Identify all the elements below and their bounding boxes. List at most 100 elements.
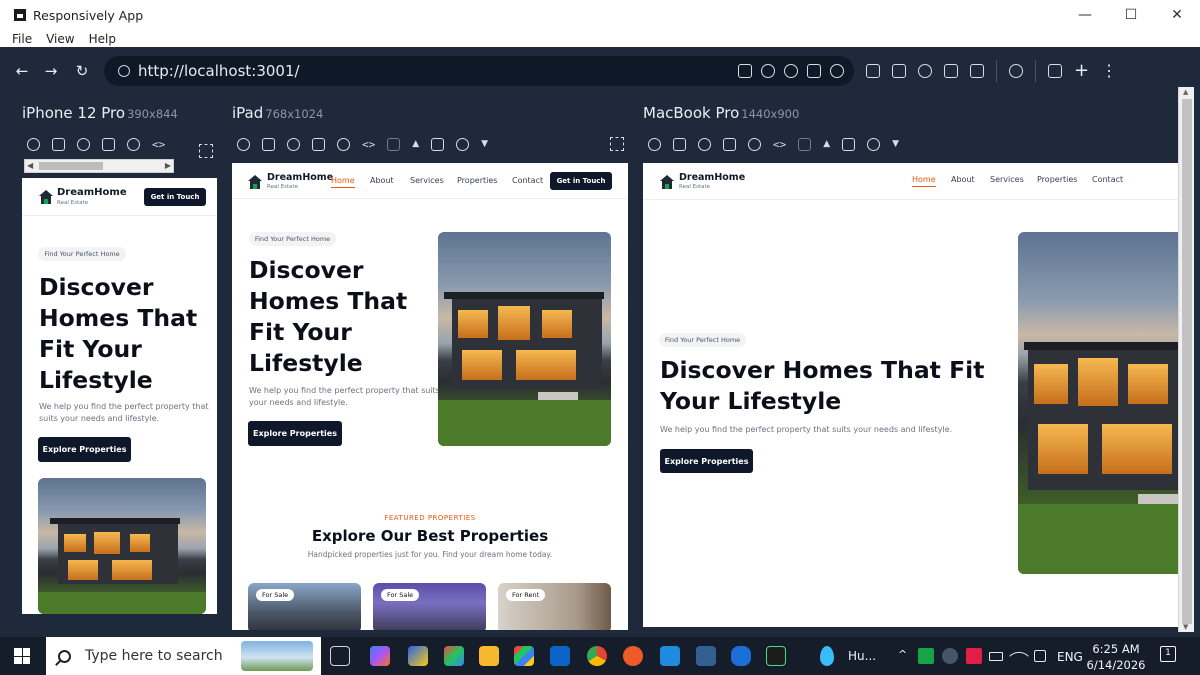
hide-preview-icon[interactable] bbox=[867, 137, 881, 151]
chevron-down-icon[interactable]: ▼ bbox=[892, 139, 899, 149]
camera-icon[interactable] bbox=[77, 137, 90, 151]
explore-properties-button[interactable]: Explore Properties bbox=[248, 421, 342, 446]
notification-icon[interactable]: 1 bbox=[1160, 646, 1176, 662]
nav-properties[interactable]: Properties bbox=[1037, 175, 1077, 184]
nav-contact[interactable]: Contact bbox=[1092, 175, 1123, 184]
nav-home[interactable]: Home bbox=[331, 176, 355, 188]
devtools-icon[interactable]: <> bbox=[773, 138, 786, 151]
refresh-icon[interactable] bbox=[27, 137, 40, 151]
windows-start-icon[interactable] bbox=[14, 648, 30, 664]
scroll-up-icon[interactable]: ▲ bbox=[412, 139, 419, 149]
devtools-icon[interactable]: <> bbox=[152, 138, 165, 151]
ruler-icon[interactable] bbox=[431, 137, 445, 151]
minimize-button[interactable]: — bbox=[1062, 0, 1108, 30]
more-menu-button[interactable]: ⋮ bbox=[1101, 63, 1117, 79]
weather-text[interactable]: Hu... bbox=[848, 649, 876, 663]
expand-icon[interactable] bbox=[199, 144, 213, 158]
layers-icon[interactable] bbox=[970, 64, 984, 78]
network-icon[interactable] bbox=[784, 64, 798, 78]
layout-icon[interactable] bbox=[1048, 64, 1062, 78]
tray-chevron-up-icon[interactable]: ^ bbox=[898, 648, 907, 661]
get-in-touch-button[interactable]: Get in Touch bbox=[550, 172, 612, 190]
hide-preview-icon[interactable] bbox=[456, 137, 470, 151]
maximize-button[interactable]: ☐ bbox=[1108, 0, 1154, 30]
nav-services[interactable]: Services bbox=[990, 175, 1024, 184]
clear-cache-icon[interactable] bbox=[761, 64, 775, 78]
layers-icon[interactable] bbox=[723, 137, 736, 151]
scroll-down-arrow-icon[interactable]: ▼ bbox=[1183, 623, 1188, 631]
preview-hide-icon[interactable] bbox=[1009, 64, 1023, 78]
python-app-icon[interactable] bbox=[408, 646, 428, 666]
scrollbar-thumb[interactable] bbox=[1182, 99, 1192, 624]
screenshot-icon[interactable] bbox=[52, 137, 65, 151]
device-rotate-icon[interactable] bbox=[866, 64, 880, 78]
bookmark-star-icon[interactable] bbox=[830, 64, 844, 78]
screenshot-icon[interactable] bbox=[262, 137, 275, 151]
close-button[interactable]: ✕ bbox=[1154, 0, 1200, 30]
chevron-down-icon[interactable]: ▼ bbox=[481, 139, 488, 149]
laptop-vertical-scrollbar[interactable]: ▲ ▼ bbox=[1178, 87, 1194, 632]
explore-properties-button[interactable]: Explore Properties bbox=[38, 437, 131, 462]
menu-view[interactable]: View bbox=[46, 32, 74, 46]
tray-app-icon[interactable] bbox=[918, 648, 934, 664]
property-card[interactable]: For Sale bbox=[373, 583, 486, 630]
file-explorer-icon[interactable] bbox=[479, 646, 499, 666]
scrollbar-thumb[interactable] bbox=[39, 162, 103, 170]
back-button[interactable]: ← bbox=[11, 60, 33, 82]
store-icon[interactable] bbox=[514, 646, 534, 666]
add-device-button[interactable]: + bbox=[1074, 62, 1089, 80]
outlook-icon[interactable] bbox=[550, 646, 570, 666]
layers-icon[interactable] bbox=[312, 137, 325, 151]
home-icon[interactable] bbox=[807, 64, 821, 78]
inspect-icon[interactable] bbox=[892, 64, 906, 78]
responsively-app-icon[interactable] bbox=[766, 646, 786, 666]
tray-sync-icon[interactable] bbox=[942, 648, 958, 664]
nav-about[interactable]: About bbox=[951, 175, 975, 184]
nav-about[interactable]: About bbox=[370, 176, 394, 185]
chrome-icon[interactable] bbox=[587, 646, 607, 666]
battery-icon[interactable] bbox=[989, 652, 1003, 661]
url-text[interactable]: http://localhost:3001/ bbox=[138, 62, 300, 80]
task-view-icon[interactable] bbox=[330, 646, 350, 666]
language-indicator[interactable]: ENG bbox=[1057, 650, 1083, 664]
nav-properties[interactable]: Properties bbox=[457, 176, 497, 185]
rotate-device-icon[interactable] bbox=[798, 137, 812, 151]
camera-icon[interactable] bbox=[287, 137, 300, 151]
taskbar-clock[interactable]: 6:25 AM 6/14/2026 bbox=[1086, 641, 1146, 673]
property-card[interactable]: For Sale bbox=[248, 583, 361, 630]
scroll-left-arrow-icon[interactable]: ◀ bbox=[27, 160, 33, 172]
layers-icon[interactable] bbox=[102, 137, 115, 151]
screenshot-icon[interactable] bbox=[673, 137, 686, 151]
eyedropper-icon[interactable] bbox=[337, 137, 350, 151]
refresh-icon[interactable] bbox=[648, 137, 661, 151]
explore-properties-button[interactable]: Explore Properties bbox=[660, 449, 753, 473]
reload-button[interactable]: ↻ bbox=[71, 60, 93, 82]
ruler-icon[interactable] bbox=[842, 137, 856, 151]
refresh-icon[interactable] bbox=[237, 137, 250, 151]
rotate-device-icon[interactable] bbox=[387, 137, 401, 151]
taskbar-search[interactable]: Type here to search bbox=[46, 637, 321, 675]
page-icon[interactable] bbox=[944, 64, 958, 78]
menu-file[interactable]: File bbox=[12, 32, 32, 46]
copilot-icon[interactable] bbox=[370, 646, 390, 666]
camera-icon[interactable] bbox=[698, 137, 711, 151]
menu-help[interactable]: Help bbox=[89, 32, 116, 46]
storage-icon[interactable] bbox=[738, 64, 752, 78]
devtools-icon[interactable]: <> bbox=[362, 138, 375, 151]
database-app-icon[interactable] bbox=[696, 646, 716, 666]
address-bar[interactable]: http://localhost:3001/ bbox=[104, 56, 854, 86]
expand-icon[interactable] bbox=[610, 137, 624, 151]
nav-home[interactable]: Home bbox=[912, 175, 936, 187]
nav-services[interactable]: Services bbox=[410, 176, 444, 185]
postman-icon[interactable] bbox=[623, 646, 643, 666]
get-in-touch-button[interactable]: Get in Touch bbox=[144, 188, 206, 206]
property-card[interactable]: For Rent bbox=[498, 583, 611, 630]
nav-contact[interactable]: Contact bbox=[512, 176, 543, 185]
scroll-up-arrow-icon[interactable]: ▲ bbox=[1183, 88, 1188, 96]
eyedropper-icon[interactable] bbox=[748, 137, 761, 151]
forward-button[interactable]: → bbox=[40, 60, 62, 82]
vscode-icon[interactable] bbox=[660, 646, 680, 666]
scroll-up-icon[interactable]: ▲ bbox=[823, 139, 830, 149]
volume-icon[interactable] bbox=[1034, 650, 1046, 662]
phone-horizontal-scrollbar[interactable]: ◀ ▶ bbox=[24, 159, 174, 173]
